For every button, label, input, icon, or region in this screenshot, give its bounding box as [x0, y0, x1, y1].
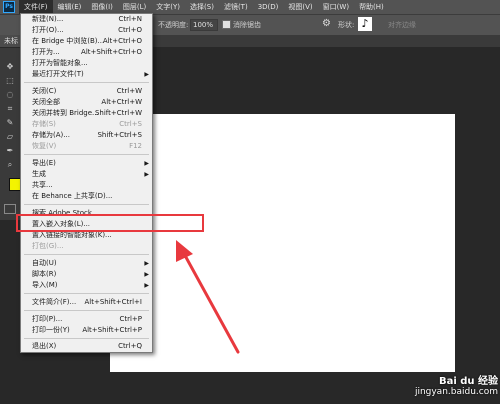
annotation-arrow-icon	[176, 240, 240, 354]
watermark: Bai du 经验 jingyan.baidu.com	[378, 372, 498, 402]
watermark-brand: Bai du 经验	[438, 376, 498, 387]
watermark-url: jingyan.baidu.com	[414, 387, 498, 397]
